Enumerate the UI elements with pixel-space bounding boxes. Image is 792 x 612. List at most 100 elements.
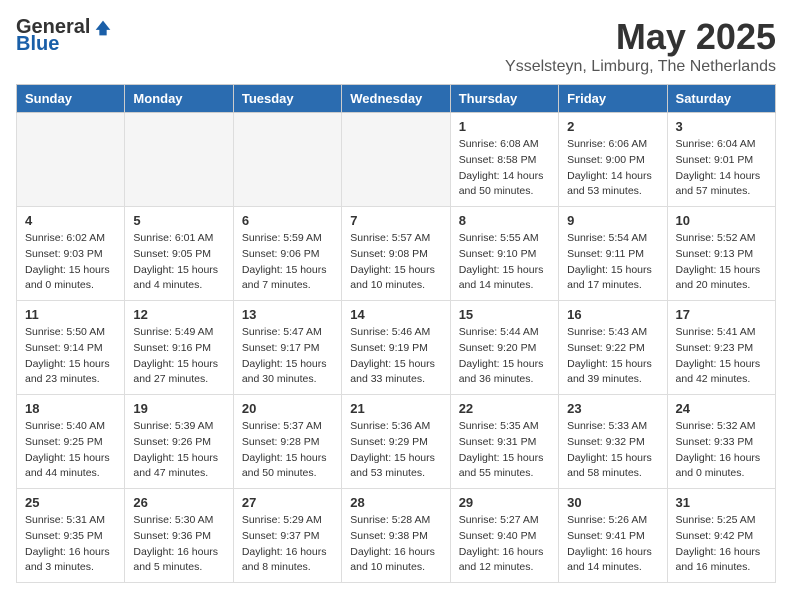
- day-number: 23: [567, 401, 658, 416]
- day-number: 16: [567, 307, 658, 322]
- logo: General Blue: [16, 16, 114, 56]
- day-info: Sunrise: 5:41 AM Sunset: 9:23 PM Dayligh…: [676, 325, 767, 388]
- day-number: 4: [25, 213, 116, 228]
- calendar-cell: 25 Sunrise: 5:31 AM Sunset: 9:35 PM Dayli…: [17, 489, 125, 583]
- day-number: 11: [25, 307, 116, 322]
- day-info: Sunrise: 5:33 AM Sunset: 9:32 PM Dayligh…: [567, 419, 658, 482]
- logo-icon: [92, 17, 114, 39]
- day-number: 3: [676, 119, 767, 134]
- calendar-cell: 1Sunrise: 6:08 AM Sunset: 8:58 PM Daylig…: [450, 113, 558, 207]
- calendar-cell: 3 Sunrise: 6:04 AM Sunset: 9:01 PM Daylig…: [667, 113, 775, 207]
- calendar-cell: 20 Sunrise: 5:37 AM Sunset: 9:28 PM Dayli…: [233, 395, 341, 489]
- day-number: 7: [350, 213, 441, 228]
- day-number: 9: [567, 213, 658, 228]
- day-info: Sunrise: 5:49 AM Sunset: 9:16 PM Dayligh…: [133, 325, 224, 388]
- calendar-cell: 5 Sunrise: 6:01 AM Sunset: 9:05 PM Daylig…: [125, 207, 233, 301]
- calendar-cell: 6Sunrise: 5:59 AM Sunset: 9:06 PM Daylig…: [233, 207, 341, 301]
- weekday-header-sunday: Sunday: [17, 85, 125, 113]
- calendar-cell: 22Sunrise: 5:35 AM Sunset: 9:31 PM Dayli…: [450, 395, 558, 489]
- calendar-cell: 12 Sunrise: 5:49 AM Sunset: 9:16 PM Dayli…: [125, 301, 233, 395]
- calendar-cell: [125, 113, 233, 207]
- day-info: Sunrise: 5:47 AM Sunset: 9:17 PM Dayligh…: [242, 325, 333, 388]
- day-number: 2: [567, 119, 658, 134]
- day-info: Sunrise: 6:02 AM Sunset: 9:03 PM Dayligh…: [25, 231, 116, 294]
- day-number: 31: [676, 495, 767, 510]
- calendar-cell: 29 Sunrise: 5:27 AM Sunset: 9:40 PM Dayli…: [450, 489, 558, 583]
- day-info: Sunrise: 5:27 AM Sunset: 9:40 PM Dayligh…: [459, 513, 550, 576]
- day-info: Sunrise: 5:50 AM Sunset: 9:14 PM Dayligh…: [25, 325, 116, 388]
- calendar-cell: 16 Sunrise: 5:43 AM Sunset: 9:22 PM Dayli…: [559, 301, 667, 395]
- day-info: Sunrise: 5:28 AM Sunset: 9:38 PM Dayligh…: [350, 513, 441, 576]
- location-subtitle: Ysselsteyn, Limburg, The Netherlands: [505, 58, 776, 76]
- calendar-cell: 7 Sunrise: 5:57 AM Sunset: 9:08 PM Daylig…: [342, 207, 450, 301]
- day-number: 18: [25, 401, 116, 416]
- day-info: Sunrise: 5:40 AM Sunset: 9:25 PM Dayligh…: [25, 419, 116, 482]
- calendar-cell: 11 Sunrise: 5:50 AM Sunset: 9:14 PM Dayli…: [17, 301, 125, 395]
- day-info: Sunrise: 5:30 AM Sunset: 9:36 PM Dayligh…: [133, 513, 224, 576]
- day-number: 19: [133, 401, 224, 416]
- weekday-header-wednesday: Wednesday: [342, 85, 450, 113]
- day-info: Sunrise: 5:26 AM Sunset: 9:41 PM Dayligh…: [567, 513, 658, 576]
- weekday-header-tuesday: Tuesday: [233, 85, 341, 113]
- weekday-header-friday: Friday: [559, 85, 667, 113]
- calendar-cell: 9Sunrise: 5:54 AM Sunset: 9:11 PM Daylig…: [559, 207, 667, 301]
- calendar-cell: 2Sunrise: 6:06 AM Sunset: 9:00 PM Daylig…: [559, 113, 667, 207]
- calendar-table: SundayMondayTuesdayWednesdayThursdayFrid…: [16, 84, 776, 583]
- page-header: General Blue May 2025 Ysselsteyn, Limbur…: [16, 16, 776, 76]
- day-info: Sunrise: 5:57 AM Sunset: 9:08 PM Dayligh…: [350, 231, 441, 294]
- weekday-header-monday: Monday: [125, 85, 233, 113]
- day-info: Sunrise: 5:43 AM Sunset: 9:22 PM Dayligh…: [567, 325, 658, 388]
- day-number: 28: [350, 495, 441, 510]
- weekday-header-thursday: Thursday: [450, 85, 558, 113]
- calendar-cell: [342, 113, 450, 207]
- day-number: 1: [459, 119, 550, 134]
- calendar-cell: 21 Sunrise: 5:36 AM Sunset: 9:29 PM Dayli…: [342, 395, 450, 489]
- calendar-cell: 30 Sunrise: 5:26 AM Sunset: 9:41 PM Dayli…: [559, 489, 667, 583]
- month-title: May 2025: [505, 16, 776, 58]
- weekday-header-saturday: Saturday: [667, 85, 775, 113]
- day-info: Sunrise: 5:44 AM Sunset: 9:20 PM Dayligh…: [459, 325, 550, 388]
- day-number: 29: [459, 495, 550, 510]
- calendar-cell: 26 Sunrise: 5:30 AM Sunset: 9:36 PM Dayli…: [125, 489, 233, 583]
- calendar-cell: 14Sunrise: 5:46 AM Sunset: 9:19 PM Dayli…: [342, 301, 450, 395]
- day-info: Sunrise: 5:31 AM Sunset: 9:35 PM Dayligh…: [25, 513, 116, 576]
- day-info: Sunrise: 6:01 AM Sunset: 9:05 PM Dayligh…: [133, 231, 224, 294]
- day-info: Sunrise: 5:32 AM Sunset: 9:33 PM Dayligh…: [676, 419, 767, 482]
- calendar-cell: [17, 113, 125, 207]
- title-area: May 2025 Ysselsteyn, Limburg, The Nether…: [505, 16, 776, 76]
- day-info: Sunrise: 5:46 AM Sunset: 9:19 PM Dayligh…: [350, 325, 441, 388]
- calendar-cell: 24Sunrise: 5:32 AM Sunset: 9:33 PM Dayli…: [667, 395, 775, 489]
- day-number: 13: [242, 307, 333, 322]
- day-number: 5: [133, 213, 224, 228]
- calendar-cell: 17 Sunrise: 5:41 AM Sunset: 9:23 PM Dayli…: [667, 301, 775, 395]
- calendar-cell: 27 Sunrise: 5:29 AM Sunset: 9:37 PM Dayli…: [233, 489, 341, 583]
- day-number: 27: [242, 495, 333, 510]
- day-info: Sunrise: 6:04 AM Sunset: 9:01 PM Dayligh…: [676, 137, 767, 200]
- day-info: Sunrise: 5:52 AM Sunset: 9:13 PM Dayligh…: [676, 231, 767, 294]
- calendar-cell: [233, 113, 341, 207]
- day-info: Sunrise: 5:36 AM Sunset: 9:29 PM Dayligh…: [350, 419, 441, 482]
- day-info: Sunrise: 5:37 AM Sunset: 9:28 PM Dayligh…: [242, 419, 333, 482]
- calendar-cell: 19 Sunrise: 5:39 AM Sunset: 9:26 PM Dayli…: [125, 395, 233, 489]
- calendar-cell: 18 Sunrise: 5:40 AM Sunset: 9:25 PM Dayli…: [17, 395, 125, 489]
- day-number: 26: [133, 495, 224, 510]
- calendar-cell: 28 Sunrise: 5:28 AM Sunset: 9:38 PM Dayli…: [342, 489, 450, 583]
- day-number: 21: [350, 401, 441, 416]
- day-number: 15: [459, 307, 550, 322]
- day-number: 17: [676, 307, 767, 322]
- day-number: 22: [459, 401, 550, 416]
- calendar-cell: 10Sunrise: 5:52 AM Sunset: 9:13 PM Dayli…: [667, 207, 775, 301]
- day-number: 25: [25, 495, 116, 510]
- day-number: 20: [242, 401, 333, 416]
- day-number: 8: [459, 213, 550, 228]
- day-number: 12: [133, 307, 224, 322]
- day-info: Sunrise: 5:55 AM Sunset: 9:10 PM Dayligh…: [459, 231, 550, 294]
- day-info: Sunrise: 5:29 AM Sunset: 9:37 PM Dayligh…: [242, 513, 333, 576]
- calendar-cell: 8 Sunrise: 5:55 AM Sunset: 9:10 PM Daylig…: [450, 207, 558, 301]
- calendar-cell: 4 Sunrise: 6:02 AM Sunset: 9:03 PM Daylig…: [17, 207, 125, 301]
- calendar-cell: 23 Sunrise: 5:33 AM Sunset: 9:32 PM Dayli…: [559, 395, 667, 489]
- calendar-cell: 13 Sunrise: 5:47 AM Sunset: 9:17 PM Dayli…: [233, 301, 341, 395]
- day-number: 30: [567, 495, 658, 510]
- day-info: Sunrise: 5:39 AM Sunset: 9:26 PM Dayligh…: [133, 419, 224, 482]
- day-number: 6: [242, 213, 333, 228]
